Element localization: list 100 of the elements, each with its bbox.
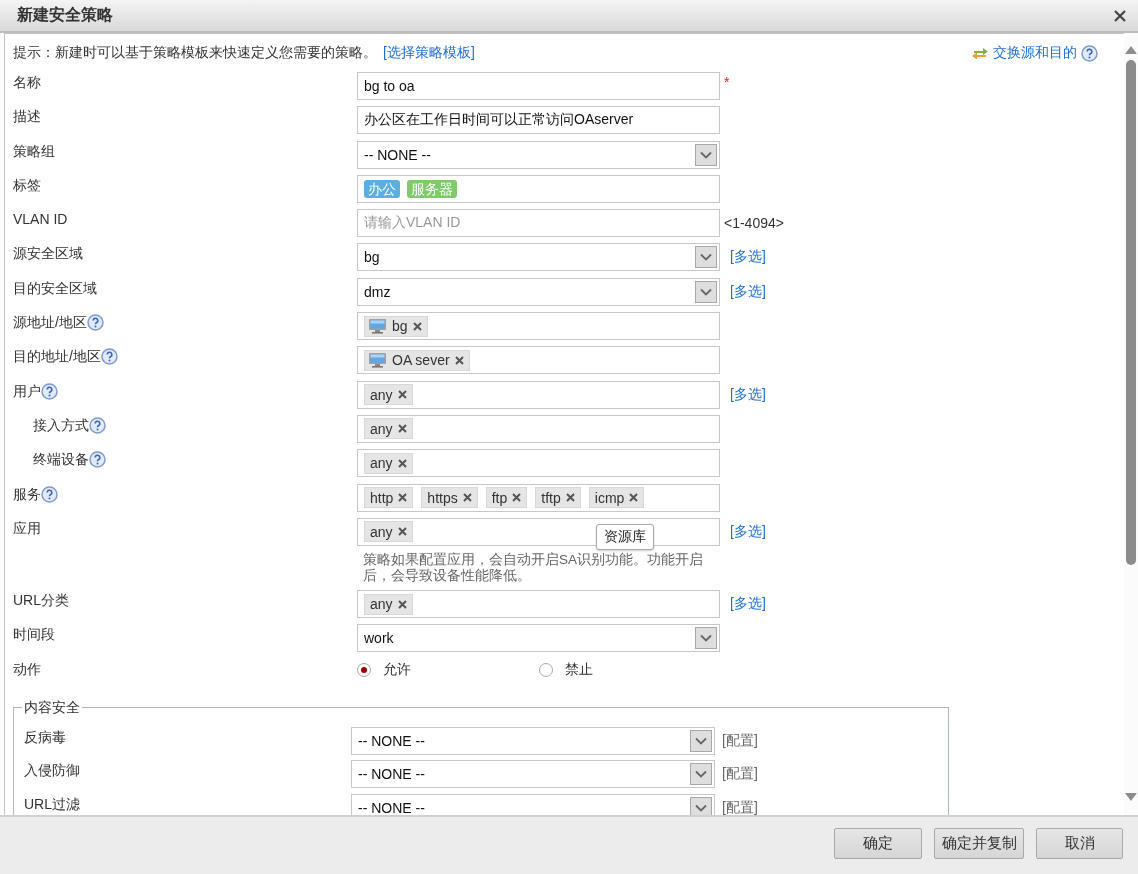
remove-icon[interactable] bbox=[397, 458, 407, 468]
field-label: 应用 bbox=[13, 519, 41, 538]
dropdown[interactable]: dmz bbox=[357, 277, 720, 306]
scrollbar-thumb[interactable] bbox=[1126, 60, 1136, 565]
chevron-down-icon[interactable] bbox=[695, 246, 717, 269]
dropdown[interactable]: work bbox=[357, 624, 720, 653]
help-icon[interactable] bbox=[41, 485, 58, 503]
remove-icon[interactable] bbox=[397, 390, 407, 400]
chevron-down-icon[interactable] bbox=[690, 729, 712, 752]
field-label: 终端设备 bbox=[33, 451, 89, 470]
range-hint: <1-4094> bbox=[723, 215, 784, 232]
help-icon[interactable] bbox=[100, 348, 118, 366]
field-label: 接入方式 bbox=[33, 416, 89, 435]
tag-label: 办公 bbox=[364, 179, 400, 198]
token-text: any bbox=[370, 455, 393, 472]
field-label: 描述 bbox=[13, 108, 41, 127]
text-field[interactable]: bg to oa bbox=[357, 72, 720, 100]
help-icon[interactable] bbox=[89, 451, 106, 469]
window-title: 新建安全策略 bbox=[17, 5, 113, 25]
remove-icon[interactable] bbox=[412, 321, 422, 331]
radio-button[interactable] bbox=[538, 662, 553, 677]
dropdown[interactable]: bg bbox=[357, 243, 720, 272]
radio-button[interactable] bbox=[357, 662, 371, 677]
help-icon[interactable] bbox=[1081, 44, 1098, 62]
note-text: 策略如果配置应用，会自动开启SA识别功能。功能开启后，会导致设备性能降低。 bbox=[362, 550, 704, 584]
field-label: 标签 bbox=[13, 176, 41, 195]
field-label: 目的地址/地区 bbox=[13, 348, 101, 367]
remove-icon[interactable] bbox=[462, 493, 472, 503]
token-text: tftp bbox=[541, 489, 561, 506]
dialog-button[interactable]: 取消 bbox=[1036, 828, 1123, 859]
dropdown[interactable]: -- NONE -- bbox=[351, 726, 715, 755]
close-icon[interactable] bbox=[1114, 9, 1126, 22]
token-field[interactable]: http https ftp tftp icmp bbox=[357, 483, 720, 512]
field-label: 反病毒 bbox=[24, 728, 66, 747]
text-field[interactable]: 办公区在工作日时间可以正常访问OAserver bbox=[357, 106, 720, 135]
help-icon[interactable] bbox=[41, 382, 58, 400]
dropdown[interactable]: -- NONE -- bbox=[351, 760, 715, 789]
monitor-icon bbox=[368, 318, 387, 335]
token-field[interactable]: any bbox=[357, 380, 720, 409]
chevron-down-icon[interactable] bbox=[695, 627, 717, 650]
token-field[interactable]: any bbox=[357, 449, 720, 478]
token-field[interactable]: any bbox=[357, 414, 720, 443]
remove-icon[interactable] bbox=[512, 493, 522, 503]
token-field[interactable]: bg bbox=[357, 312, 720, 341]
remove-icon[interactable] bbox=[565, 493, 575, 503]
tooltip: 资源库 bbox=[596, 523, 654, 550]
token-text: any bbox=[370, 523, 393, 540]
token-field[interactable]: any bbox=[357, 590, 720, 619]
dialog-button[interactable]: 确定 bbox=[834, 828, 922, 859]
scroll-down-icon[interactable] bbox=[1125, 793, 1137, 801]
token-text: OA sever bbox=[392, 352, 450, 369]
remove-icon[interactable] bbox=[397, 424, 407, 434]
swap-link[interactable]: 交换源和目的 bbox=[993, 44, 1077, 62]
chevron-down-icon[interactable] bbox=[695, 143, 717, 166]
config-link[interactable]: [配置] bbox=[722, 731, 758, 750]
token-text: any bbox=[370, 596, 393, 613]
multi-select-link[interactable]: [多选] bbox=[720, 595, 766, 614]
config-link[interactable]: [配置] bbox=[722, 765, 758, 784]
remove-icon[interactable] bbox=[397, 599, 407, 609]
remove-icon[interactable] bbox=[398, 493, 408, 503]
remove-icon[interactable] bbox=[397, 527, 407, 537]
field-label: 入侵防御 bbox=[24, 762, 80, 781]
token-text: any bbox=[370, 386, 393, 403]
required-mark: * bbox=[723, 73, 730, 90]
field-label: 源安全区域 bbox=[13, 245, 83, 264]
remove-icon[interactable] bbox=[454, 355, 464, 365]
field-label: 时间段 bbox=[13, 626, 55, 645]
dropdown[interactable]: -- NONE -- bbox=[351, 793, 715, 815]
field-label: 动作 bbox=[13, 660, 41, 679]
token-text: icmp bbox=[594, 489, 625, 506]
chevron-down-icon[interactable] bbox=[695, 280, 717, 303]
multi-select-link[interactable]: [多选] bbox=[720, 282, 766, 301]
field-label: 策略组 bbox=[13, 142, 55, 161]
multi-select-link[interactable]: [多选] bbox=[720, 385, 766, 404]
chevron-down-icon[interactable] bbox=[690, 796, 712, 815]
token-text: any bbox=[370, 420, 393, 437]
token-text: https bbox=[427, 489, 458, 506]
radio-label: 允许 bbox=[383, 660, 411, 679]
remove-icon[interactable] bbox=[629, 493, 639, 503]
chevron-down-icon[interactable] bbox=[690, 763, 712, 786]
template-link[interactable]: [选择策略模板] bbox=[383, 44, 475, 62]
help-icon[interactable] bbox=[89, 416, 106, 434]
token-text: ftp bbox=[491, 489, 508, 506]
scroll-up-icon[interactable] bbox=[1125, 46, 1137, 54]
tag-label: 服务器 bbox=[407, 179, 457, 198]
config-link[interactable]: [配置] bbox=[722, 798, 758, 815]
help-icon[interactable] bbox=[86, 314, 104, 332]
multi-select-link[interactable]: [多选] bbox=[720, 248, 766, 267]
field-label: 用户 bbox=[13, 382, 41, 401]
field-label: 服务 bbox=[13, 485, 41, 504]
token-field[interactable]: OA sever bbox=[357, 346, 720, 375]
dialog-button[interactable]: 确定并复制 bbox=[934, 828, 1024, 859]
radio-label: 禁止 bbox=[564, 660, 593, 679]
multi-select-link[interactable]: [多选] bbox=[720, 522, 766, 541]
field-label: URL过滤 bbox=[24, 795, 80, 814]
section-title: 内容安全 bbox=[23, 698, 81, 717]
token-text: http bbox=[370, 489, 394, 506]
field-label: URL分类 bbox=[13, 592, 69, 611]
dropdown[interactable]: -- NONE -- bbox=[357, 140, 720, 169]
monitor-icon bbox=[368, 352, 387, 369]
